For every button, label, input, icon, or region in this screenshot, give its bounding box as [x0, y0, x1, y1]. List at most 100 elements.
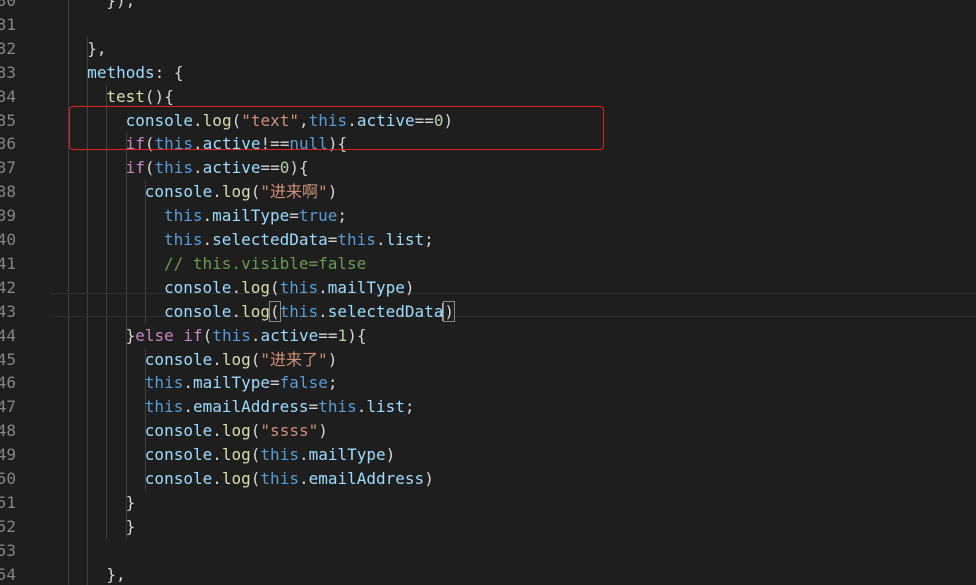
code-number: 0 [279, 158, 290, 178]
code-line[interactable]: 38 console.log("进来啊") [0, 180, 976, 204]
code-punctuation: ; [424, 230, 434, 249]
code-identifier: mailType [327, 277, 405, 297]
code-identifier: selectedData [327, 301, 444, 321]
line-number: 30 [0, 0, 16, 10]
code-identifier: active [202, 158, 261, 178]
code-string: "进来啊" [260, 182, 328, 202]
code-punctuation: ) [327, 182, 338, 202]
code-function: log [241, 277, 270, 297]
code-punctuation: ( [250, 469, 261, 488]
code-identifier: list [366, 397, 405, 417]
code-identifier: emailAddress [192, 397, 309, 417]
code-identifier: mailType [308, 445, 386, 465]
code-line[interactable]: 40 this.selectedData=this.list; [0, 228, 976, 252]
code-keyword: this [279, 301, 319, 321]
code-punctuation [174, 326, 184, 345]
code-punctuation: . [375, 230, 386, 249]
code-line[interactable]: 51} [0, 491, 976, 515]
code-punctuation: . [318, 277, 328, 297]
code-keyword: this [212, 325, 251, 345]
code-punctuation: . [193, 158, 203, 178]
code-keyword: this [279, 277, 319, 297]
line-number: 53 [0, 540, 16, 560]
code-text: test(){ [106, 85, 173, 109]
code-punctuation: = [308, 397, 319, 417]
code-punctuation: ; [404, 397, 415, 417]
code-line[interactable]: 41 // this.visible=false [0, 252, 976, 276]
code-text: console.log("进来啊") [145, 180, 338, 204]
code-punctuation: ( [250, 421, 261, 441]
code-line[interactable]: 42 console.log(this.mailType) [0, 276, 976, 300]
line-number: 32 [0, 38, 16, 58]
code-function: test [106, 86, 145, 106]
code-function: log [241, 301, 270, 321]
code-line[interactable]: 48 console.log("ssss") [0, 419, 976, 443]
code-punctuation: . [212, 445, 222, 465]
line-number: 54 [0, 564, 16, 584]
code-line[interactable]: 44}else if(this.active==1){ [0, 324, 976, 348]
code-keyword: this [337, 230, 376, 249]
code-identifier: console [144, 445, 213, 465]
code-punctuation: : { [154, 62, 184, 82]
code-line[interactable]: 33 methods: { [0, 61, 976, 85]
code-keyword: this [164, 206, 203, 226]
line-number: 49 [0, 445, 16, 465]
code-keyword: true [298, 206, 338, 226]
code-line[interactable]: 50 console.log(this.emailAddress) [0, 467, 976, 491]
code-punctuation: . [356, 397, 367, 417]
code-punctuation: } [125, 516, 136, 536]
code-punctuation: . [231, 301, 242, 321]
code-text: console.log("ssss") [145, 419, 328, 443]
code-text: }, [106, 563, 125, 585]
line-number: 43 [0, 301, 16, 321]
code-line[interactable]: 54}, [0, 563, 976, 585]
code-line[interactable]: 31 [0, 13, 976, 37]
code-editor[interactable]: 30}); 31 32}, 33 methods: {34 test(){35 consol… [0, 0, 976, 585]
line-number: 44 [0, 325, 16, 345]
code-line[interactable]: 34 test(){ [0, 85, 976, 109]
code-punctuation: = [270, 373, 280, 393]
code-identifier: methods [87, 62, 155, 82]
code-keyword: this [164, 230, 203, 249]
line-number: 36 [0, 134, 16, 154]
code-function: log [221, 182, 251, 202]
code-identifier: console [144, 469, 213, 488]
code-text: // this.visible=false [164, 252, 366, 276]
code-text: console.log(this.mailType) [164, 276, 415, 300]
code-line[interactable]: 45 console.log("进来了") [0, 348, 976, 372]
code-line[interactable]: 49 console.log(this.mailType) [0, 443, 976, 467]
code-punctuation: ( [202, 325, 213, 345]
line-number: 48 [0, 421, 16, 441]
code-punctuation: . [212, 349, 222, 369]
code-punctuation: . [202, 230, 213, 249]
code-line[interactable]: 46 this.mailType=false; [0, 371, 976, 395]
code-text: } [126, 491, 136, 515]
line-number: 40 [0, 230, 16, 249]
code-punctuation: ){ [289, 158, 309, 178]
code-line[interactable]: 30}); [0, 0, 976, 13]
code-punctuation: . [212, 421, 222, 441]
code-line[interactable]: 43 console.log(this.selectedData) [0, 300, 976, 324]
code-identifier: selectedData [212, 230, 328, 249]
code-line[interactable]: 53 [0, 539, 976, 563]
code-line[interactable]: 37 if(this.active==0){ [0, 156, 976, 180]
code-punctuation: ) [327, 349, 338, 369]
code-line[interactable]: 32}, [0, 37, 976, 61]
code-line[interactable]: 47 this.emailAddress=this.list; [0, 395, 976, 419]
code-text: this.mailType=true; [164, 204, 347, 228]
line-number: 51 [0, 492, 16, 512]
code-text: this.mailType=false; [145, 371, 338, 395]
code-string: "ssss" [260, 421, 319, 441]
code-punctuation: (){ [144, 86, 174, 106]
code-line[interactable]: 52} [0, 515, 976, 539]
line-number: 38 [0, 182, 16, 202]
code-control-keyword: if [125, 158, 145, 178]
code-comment: // this.visible=false [164, 253, 367, 273]
code-punctuation: . [212, 469, 222, 488]
code-identifier: emailAddress [308, 469, 425, 488]
code-identifier: console [144, 349, 213, 369]
code-keyword: this [260, 445, 299, 465]
code-line[interactable]: 39 this.mailType=true; [0, 204, 976, 228]
code-text: this.emailAddress=this.list; [145, 395, 415, 419]
line-number: 35 [0, 110, 16, 130]
